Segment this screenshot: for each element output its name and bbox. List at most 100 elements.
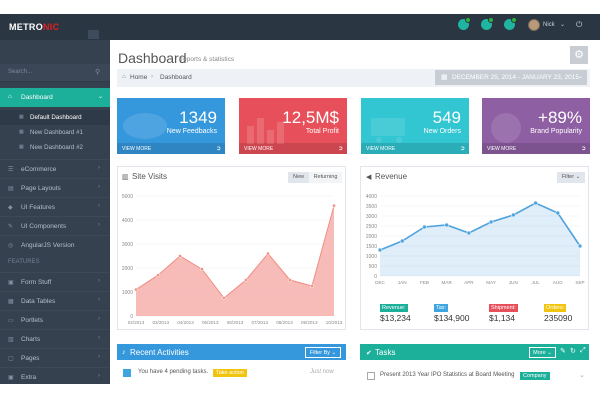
sidebar-item-label: Charts [21,336,41,343]
stat-number: +89% [538,108,582,127]
new-toggle-button[interactable]: New [288,172,309,183]
logout-icon[interactable]: ⏻ [576,20,582,30]
data-point [332,203,336,208]
fullscreen-icon[interactable]: ⤢ [580,347,586,355]
site-visits-title: Site Visits [132,172,167,181]
y-tick-label: 5000 [122,194,133,200]
filter-by-label: Filter By [309,350,331,356]
view-more-link[interactable]: VIEW MORE ➲ [117,143,225,154]
username[interactable]: Nick [543,22,555,28]
stat-tile-popularity[interactable]: +89% Brand Popularity VIEW MORE ➲ [482,98,590,154]
chevron-down-icon: ⌄ [98,94,104,100]
sidebar-subitem-default-dashboard[interactable]: ▦ Default Dashboard [0,110,110,125]
sidebar-item-label: Portlets [21,317,44,324]
x-tick-label: 05/2013 [202,320,219,325]
collapse-icon[interactable]: ✎ [560,347,566,355]
x-tick-label: 10/2013 [326,320,343,325]
y-tick-label: 2500 [366,224,377,230]
dashboard-icon: ▦ [19,144,24,150]
bar-chart-icon: ▥ [8,337,14,343]
data-point [466,230,472,236]
stat-label: Brand Popularity [530,128,582,135]
sidebar-item-angularjs-version[interactable]: ◎ AngularJS Version [0,235,110,254]
x-tick-label: JAN [398,280,407,285]
task-checkbox[interactable] [367,372,375,380]
calendar-icon: ▦ [441,74,448,81]
reload-icon[interactable]: ↻ [570,347,576,355]
task-options-icon[interactable]: ⌄ [579,371,585,379]
data-point [222,296,226,300]
date-range-picker[interactable]: ▦ DECEMBER 25, 2014 - JANUARY 23, 2015 ⌄ [435,70,587,85]
chevron-right-icon: › [98,373,100,379]
y-tick-label: 1000 [366,254,377,260]
data-point [555,210,561,216]
logo[interactable]: METRONIC [9,22,59,32]
sidebar-item-label: UI Features [21,204,55,211]
view-more-link[interactable]: VIEW MORE ➲ [239,143,347,154]
breadcrumb-home-link[interactable]: Home [130,74,147,81]
more-dropdown-button[interactable]: More ⌄ [529,347,556,358]
chevron-right-icon: › [98,297,100,303]
activity-checkbox[interactable] [123,369,131,377]
dashboard-icon: ▦ [19,114,24,120]
sidebar-item-charts[interactable]: ▥ Charts › [0,329,110,348]
sidebar-item-page-layouts[interactable]: ▤ Page Layouts › [0,178,110,197]
sidebar-item-label: Data Tables [21,298,56,305]
filter-dropdown-button[interactable]: Filter ⌄ [557,172,585,183]
sidebar-item-label: AngularJS Version [21,242,75,249]
sidebar-item-label: Dashboard [21,94,53,101]
y-tick-label: 500 [369,264,378,270]
data-point [488,219,494,225]
search-icon[interactable]: ⚲ [95,68,100,76]
company-tag: Company [520,372,550,380]
sidebar-item-ecommerce[interactable]: ☰ eCommerce › [0,159,110,178]
pencil-icon: ✎ [8,224,14,230]
settings-gear-button[interactable]: ⚙ [570,46,588,64]
sidebar-toggle-button[interactable] [88,30,99,39]
chevron-down-icon: ⌄ [547,350,552,356]
y-tick-label: 1500 [366,244,377,250]
returning-toggle-button[interactable]: Returning [309,172,342,183]
cart-icon [371,118,405,143]
sidebar-item-extra[interactable]: ▣ Extra › [0,367,110,384]
sidebar-item-label: Page Layouts [21,185,61,192]
stat-tile-feedbacks[interactable]: 1349 New Feedbacks VIEW MORE ➲ [117,98,225,154]
avatar[interactable] [528,19,540,31]
take-action-tag[interactable]: Take action [213,369,247,377]
sidebar-subitem-new-dashboard-1[interactable]: ▦ New Dashboard #1 [0,125,110,140]
series-area [136,205,334,316]
revenue-stat-label: Revenue: [380,304,408,312]
stat-tile-orders[interactable]: 549 New Orders VIEW MORE ➲ [361,98,469,154]
sidebar-item-label: Form Stuff [21,279,52,286]
x-tick-label: 09/2013 [301,320,318,325]
user-menu-chevron-icon[interactable]: ⌄ [560,21,565,28]
stat-tile-profit[interactable]: 12,5M$ Total Profit VIEW MORE ➲ [239,98,347,154]
data-point [178,254,182,258]
sidebar-item-dashboard[interactable]: ⌂ Dashboard ⌄ [0,88,110,107]
sidebar-search[interactable]: Search... ⚲ [0,64,110,82]
revenue-title: Revenue [375,172,408,181]
data-point [533,200,538,206]
sidebar-item-ui-features[interactable]: ◆ UI Features › [0,197,110,216]
sidebar-subitem-new-dashboard-2[interactable]: ▦ New Dashboard #2 [0,140,110,155]
data-point [288,278,292,282]
x-tick-label: 03/2013 [152,320,169,325]
filter-by-button[interactable]: Filter By ⌄ [305,347,341,358]
tax-stat-value: $134,900 [434,313,470,323]
search-input[interactable]: Search... [8,69,32,75]
sidebar-item-ui-components[interactable]: ✎ UI Components › [0,216,110,235]
x-tick-label: DEC [375,280,385,285]
logo-main: METRO [9,22,43,32]
data-point [377,247,383,253]
sidebar-item-pages[interactable]: ▢ Pages › [0,348,110,367]
sidebar-item-portlets[interactable]: ▭ Portlets › [0,310,110,329]
data-point [134,287,138,292]
angular-icon: ◎ [8,243,14,249]
view-more-link[interactable]: VIEW MORE ➲ [482,143,590,154]
view-more-link[interactable]: VIEW MORE ➲ [361,143,469,154]
x-tick-label: 07/2013 [251,320,268,325]
sidebar-item-data-tables[interactable]: ▦ Data Tables › [0,291,110,310]
x-tick-label: APR [464,280,474,285]
sidebar-item-form-stuff[interactable]: ▣ Form Stuff › [0,272,110,291]
x-tick-label: SEP [575,280,584,285]
